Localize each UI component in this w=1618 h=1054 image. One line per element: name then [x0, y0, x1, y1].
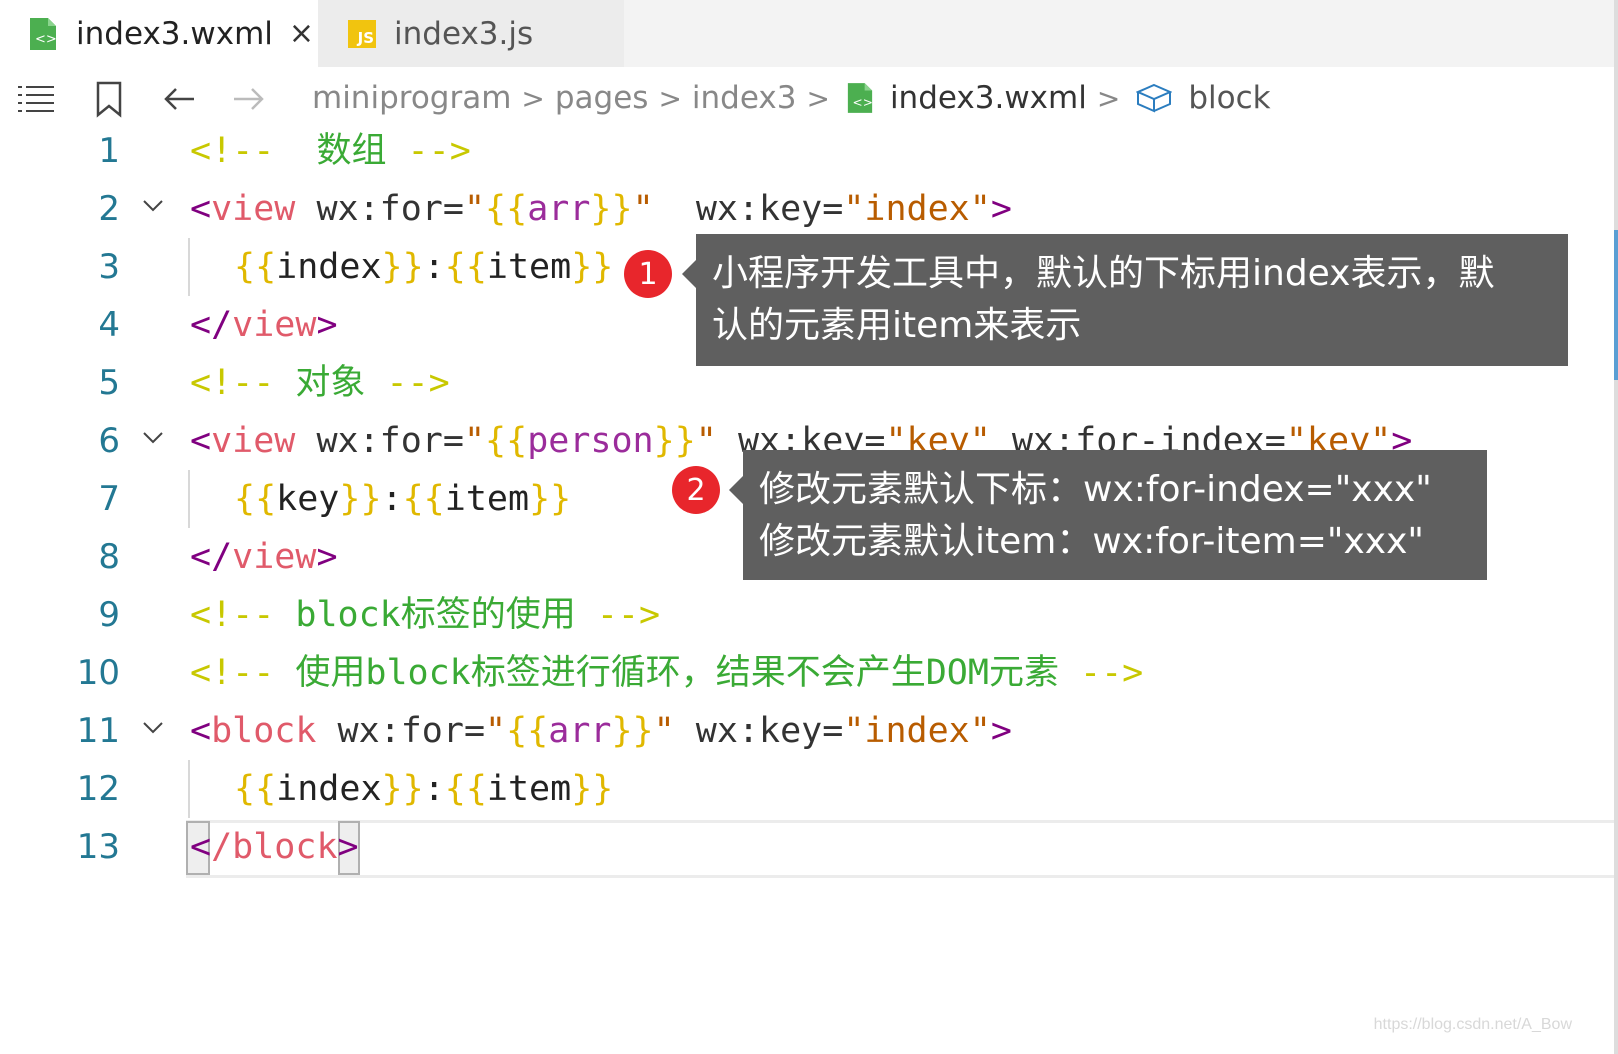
- code-line[interactable]: 10 <!-- 使用block标签进行循环，结果不会产生DOM元素 -->: [0, 644, 1618, 702]
- code-content: </view>: [190, 305, 338, 345]
- tab-index3-wxml[interactable]: <> index3.wxml ×: [0, 0, 318, 67]
- code-content: <!-- 使用block标签进行循环，结果不会产生DOM元素 -->: [190, 653, 1144, 693]
- breadcrumb-bar: miniprogram > pages > index3 > <> index3…: [0, 67, 1618, 129]
- line-number: 7: [98, 479, 120, 519]
- wxml-file-icon: <>: [30, 17, 57, 50]
- annotation-callout: 小程序开发工具中，默认的下标用index表示，默 认的元素用item来表示: [682, 234, 1568, 366]
- code-content: {{index}}:{{item}}: [234, 769, 614, 809]
- breadcrumb: miniprogram > pages > index3 > <> index3…: [312, 67, 1271, 129]
- line-number: 12: [76, 769, 120, 809]
- arrow-forward-icon[interactable]: [228, 79, 268, 119]
- scrollbar-marker: [1614, 230, 1618, 380]
- code-content: <view wx:for="{{arr}}" wx:key="index">: [190, 189, 1012, 229]
- annotation-callout: 修改元素默认下标：wx:for-index="xxx" 修改元素默认item：w…: [729, 450, 1487, 580]
- wxml-file-icon: <>: [847, 83, 873, 113]
- line-number: 3: [98, 247, 120, 287]
- breadcrumb-item[interactable]: index3: [692, 80, 797, 116]
- code-line[interactable]: 13 </block>: [0, 818, 1618, 876]
- tab-bar: <> index3.wxml × JS index3.js: [0, 0, 1618, 67]
- line-number: 6: [98, 421, 120, 461]
- js-file-icon: JS: [348, 19, 376, 48]
- line-number: 1: [98, 131, 120, 171]
- code-content: </view>: [190, 537, 338, 577]
- callout-text: 认的元素用item来表示: [712, 305, 1082, 346]
- breadcrumb-separator: >: [521, 81, 545, 115]
- arrow-back-icon[interactable]: [160, 79, 200, 119]
- close-icon[interactable]: ×: [289, 18, 314, 49]
- line-number: 8: [98, 537, 120, 577]
- cube-icon: [1136, 83, 1173, 113]
- code-content: </block>: [190, 827, 359, 867]
- line-number: 11: [76, 711, 120, 751]
- code-content: {{key}}:{{item}}: [234, 479, 572, 519]
- line-number: 10: [76, 653, 120, 693]
- breadcrumb-separator: >: [658, 81, 682, 115]
- code-line[interactable]: 12 {{index}}:{{item}}: [0, 760, 1618, 818]
- step-badge: 2: [672, 466, 720, 514]
- code-line[interactable]: 2 <view wx:for="{{arr}}" wx:key="index">: [0, 180, 1618, 238]
- svg-text:<>: <>: [35, 32, 57, 47]
- line-number: 2: [98, 189, 120, 229]
- chevron-down-icon[interactable]: [140, 424, 166, 450]
- svg-text:<>: <>: [852, 95, 872, 109]
- callout-text: 小程序开发工具中，默认的下标用index表示，默: [712, 253, 1495, 294]
- breadcrumb-separator: >: [1096, 81, 1121, 115]
- line-number: 13: [76, 827, 120, 867]
- callout-text: 修改元素默认item：wx:for-item="xxx": [759, 521, 1424, 562]
- code-line[interactable]: 11 <block wx:for="{{arr}}" wx:key="index…: [0, 702, 1618, 760]
- tab-label: index3.js: [394, 15, 534, 52]
- code-line[interactable]: 1 <!-- 数组 -->: [0, 122, 1618, 180]
- callout-text: 修改元素默认下标：wx:for-index="xxx": [759, 469, 1432, 510]
- code-content: <!-- 数组 -->: [190, 131, 471, 171]
- chevron-down-icon[interactable]: [140, 714, 166, 740]
- tab-label: index3.wxml: [76, 15, 273, 52]
- breadcrumb-file[interactable]: index3.wxml: [890, 80, 1087, 116]
- tab-index3-js[interactable]: JS index3.js: [318, 0, 624, 67]
- breadcrumb-symbol[interactable]: block: [1188, 80, 1270, 116]
- bookmark-icon[interactable]: [90, 79, 130, 119]
- step-badge: 1: [624, 250, 672, 298]
- breadcrumb-separator: >: [806, 81, 830, 115]
- line-number: 4: [98, 305, 120, 345]
- breadcrumb-item[interactable]: pages: [555, 80, 649, 116]
- code-content: <!-- 对象 -->: [190, 363, 450, 403]
- chevron-down-icon[interactable]: [140, 192, 166, 218]
- outline-list-icon[interactable]: [16, 79, 56, 119]
- watermark: https://blog.csdn.net/A_Bow: [1373, 1016, 1572, 1033]
- breadcrumb-item[interactable]: miniprogram: [312, 80, 511, 116]
- code-content: <block wx:for="{{arr}}" wx:key="index">: [190, 711, 1012, 751]
- line-number: 5: [98, 363, 120, 403]
- line-number: 9: [98, 595, 120, 635]
- code-content: <!-- block标签的使用 -->: [190, 595, 661, 635]
- code-content: {{index}}:{{item}}: [234, 247, 614, 287]
- code-line[interactable]: 9 <!-- block标签的使用 -->: [0, 586, 1618, 644]
- vertical-scrollbar[interactable]: [1614, 0, 1618, 1054]
